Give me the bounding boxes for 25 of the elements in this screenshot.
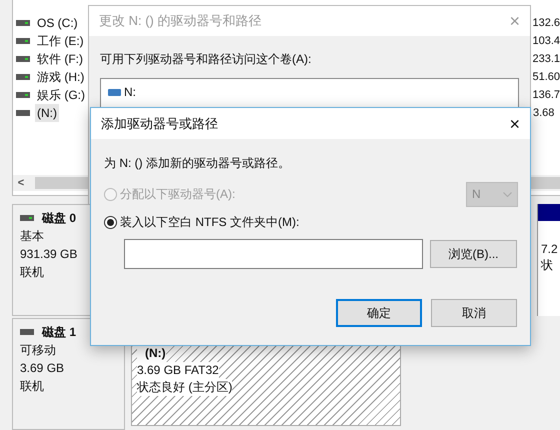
table-cell-text: 136.7 [531, 88, 560, 103]
dialog-title: 添加驱动器号或路径 [101, 114, 218, 133]
table-cell-text: 132.6 [531, 16, 560, 31]
disk-size: 3.69 GB [20, 360, 66, 377]
disk-type: 可移动 [20, 342, 57, 359]
partition-size: 3.69 GB FAT32 [137, 362, 219, 379]
dialog-title: 更改 N: () 的驱动器号和路径 [99, 12, 262, 30]
partition-size: 7.2 [541, 241, 557, 257]
partition-status: 状 [541, 257, 554, 273]
disk-status: 联机 [20, 378, 45, 395]
partition-label: (N:) [137, 345, 166, 362]
table-cell-text: 51.60 [531, 70, 560, 85]
disk-type: 基本 [20, 228, 45, 245]
disk-name: 磁盘 0 [42, 210, 76, 227]
option-label: 分配以下驱动器号(A): [120, 186, 236, 203]
table-cell-text: 103.4 [531, 34, 560, 49]
disk-size: 931.39 GB [20, 246, 78, 263]
prompt-text: 为 N: () 添加新的驱动器号或路径。 [104, 155, 291, 172]
table-cell-text: 233.1 [531, 52, 560, 67]
option-label: 装入以下空白 NTFS 文件夹中(M): [120, 214, 300, 231]
prompt-text: 可用下列驱动器号和路径访问这个卷(A): [100, 51, 312, 68]
partition-status: 状态良好 (主分区) [137, 379, 232, 396]
disk-name: 磁盘 1 [42, 324, 76, 341]
disk-status: 联机 [20, 264, 45, 281]
table-cell-text: 3.68 [532, 106, 554, 121]
